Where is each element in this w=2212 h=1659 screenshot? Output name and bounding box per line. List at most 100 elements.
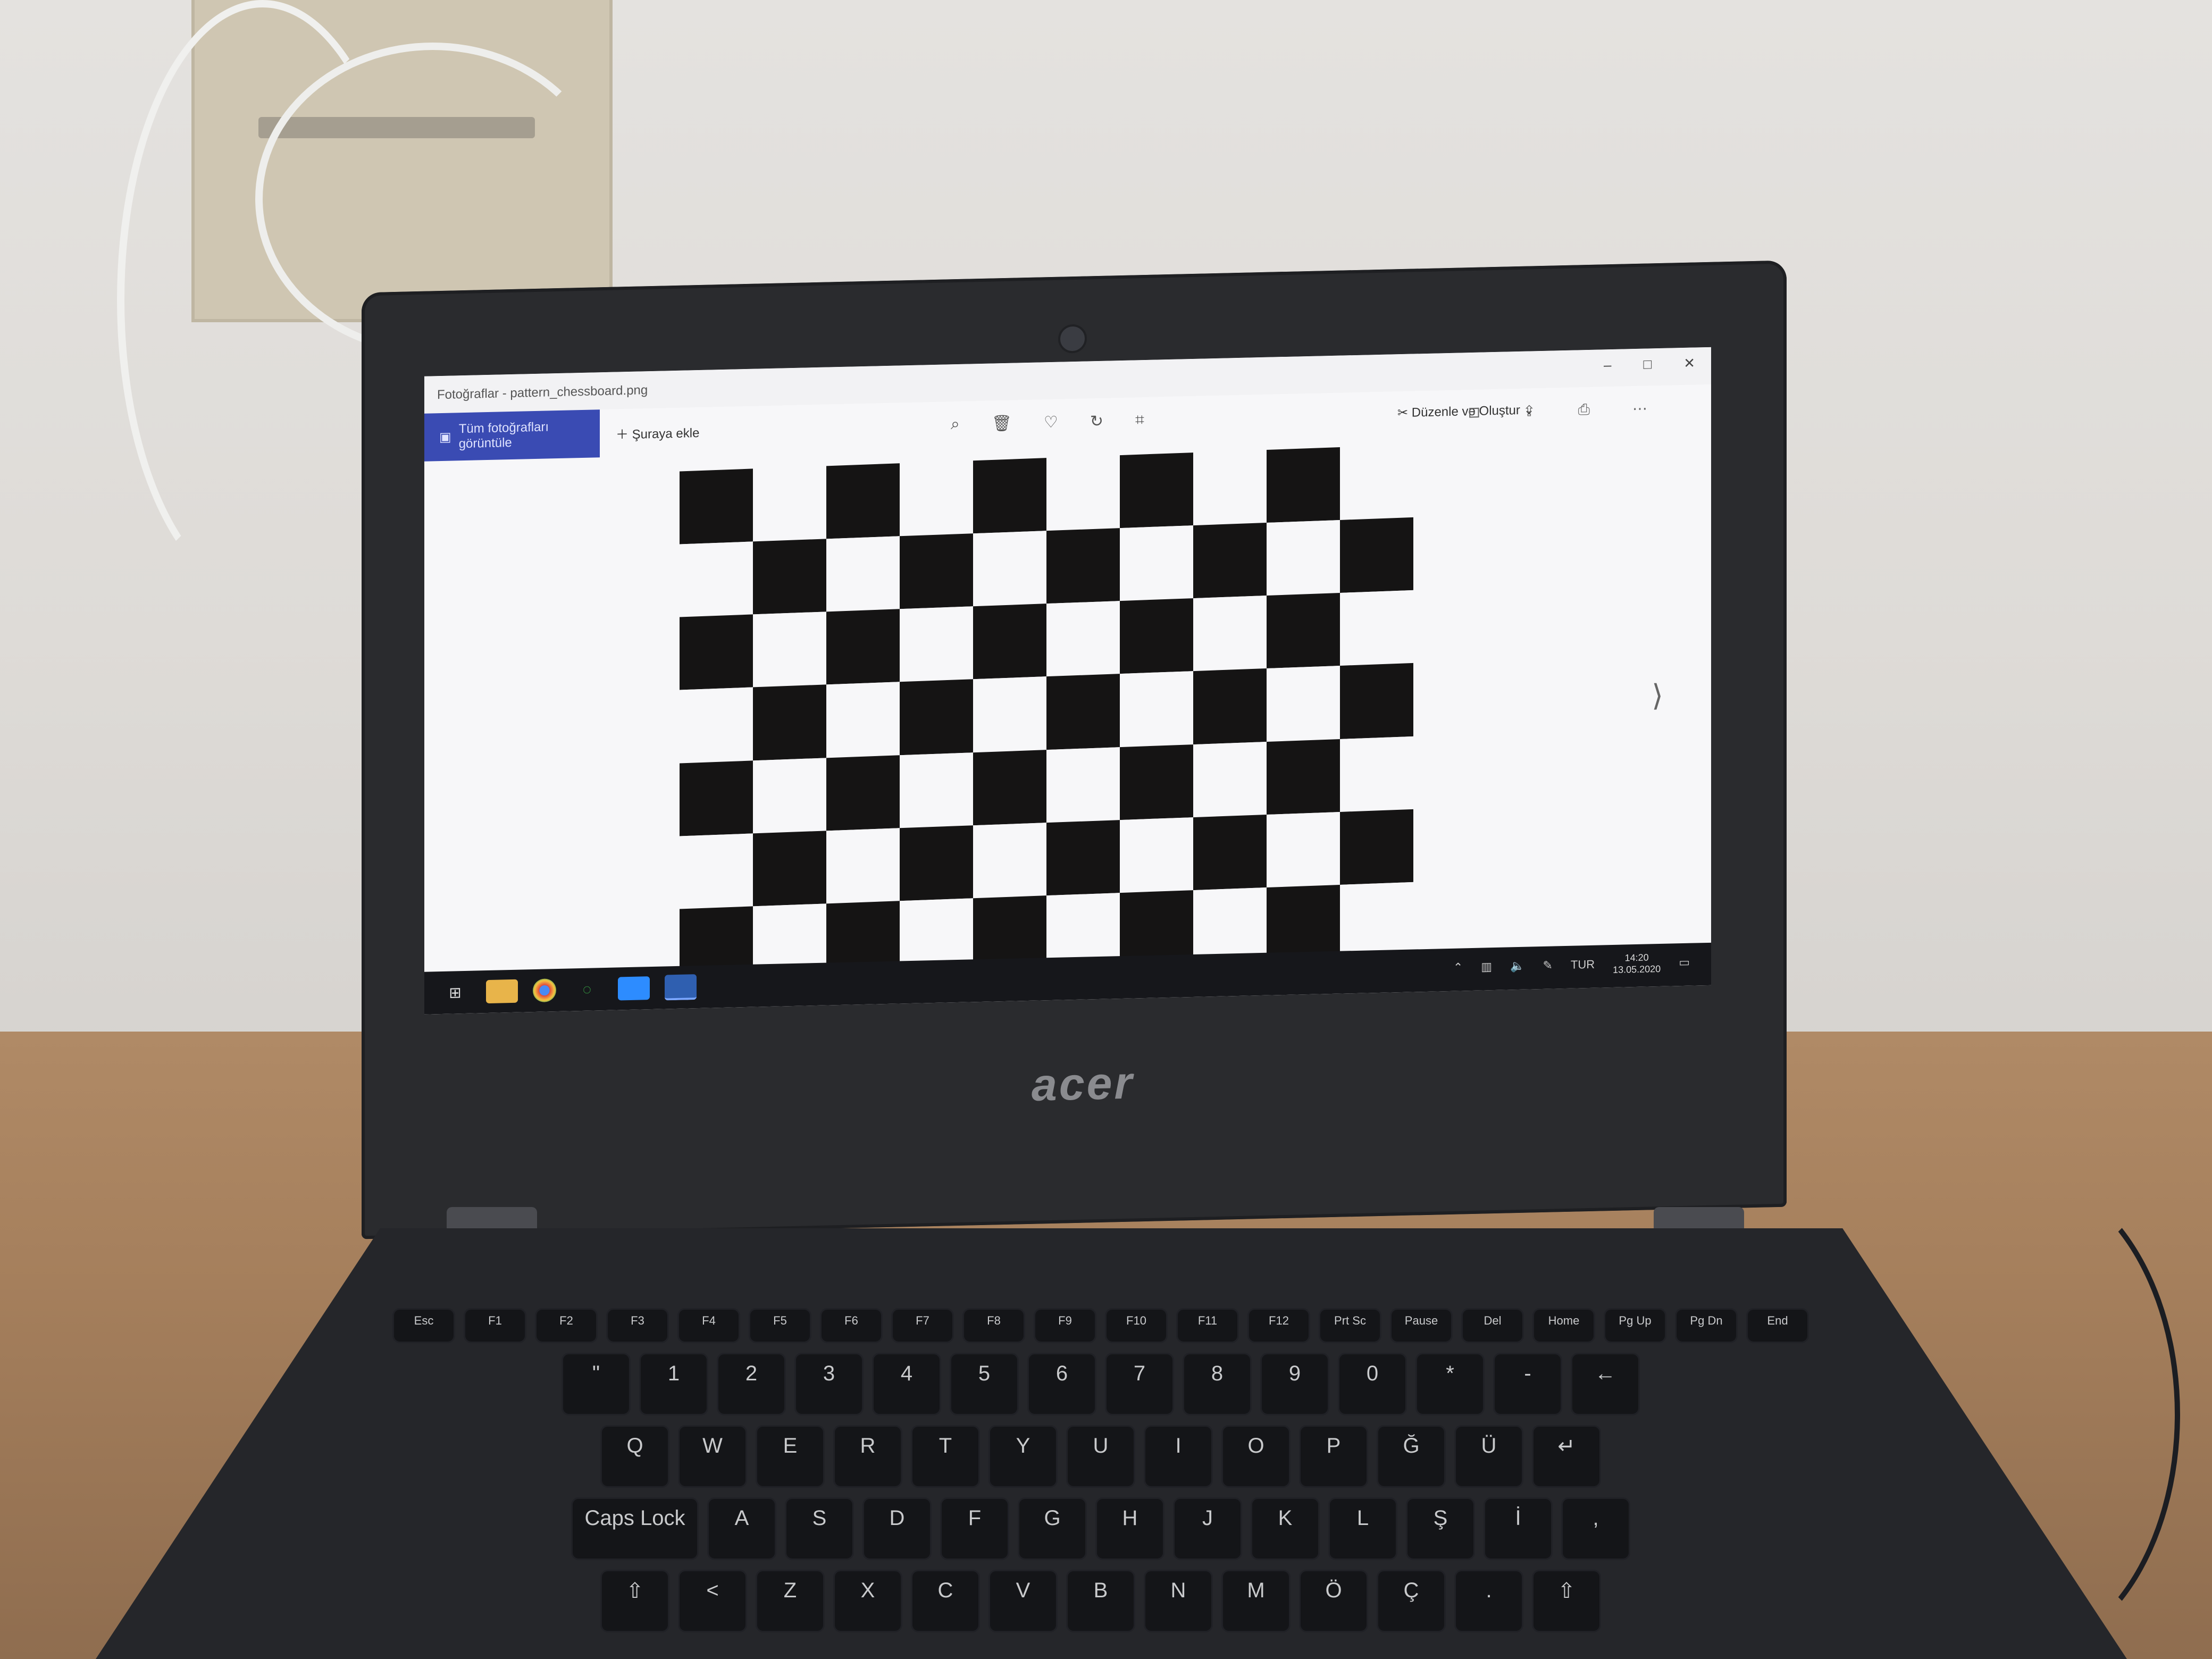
keyboard-key[interactable]: Q <box>600 1425 669 1488</box>
keyboard-key[interactable]: G <box>1018 1497 1087 1560</box>
keyboard-key[interactable]: 1 <box>639 1353 708 1415</box>
keyboard-key[interactable]: Ç <box>1377 1570 1446 1632</box>
delete-icon[interactable]: 🗑 <box>992 414 1012 433</box>
more-icon[interactable]: ⋯ <box>1632 400 1647 418</box>
keyboard-key[interactable]: 8 <box>1183 1353 1252 1415</box>
keyboard-key[interactable]: S <box>785 1497 854 1560</box>
keyboard-key[interactable]: Z <box>756 1570 825 1632</box>
keyboard-key[interactable]: 2 <box>717 1353 786 1415</box>
keyboard-key[interactable]: F5 <box>749 1308 811 1343</box>
spinner-app-icon[interactable]: ◌ <box>571 977 603 1001</box>
keyboard-key[interactable]: . <box>1454 1570 1523 1632</box>
network-icon[interactable]: ▥ <box>1481 960 1492 974</box>
keyboard-key[interactable]: F6 <box>820 1308 883 1343</box>
language-indicator[interactable]: TUR <box>1571 958 1595 972</box>
print-icon[interactable]: ⎙ <box>1578 401 1590 419</box>
keyboard-key[interactable]: F4 <box>677 1308 740 1343</box>
keyboard-key[interactable]: " <box>562 1353 631 1415</box>
keyboard-key[interactable]: ⇧ <box>600 1570 669 1632</box>
crop-icon[interactable]: ⌗ <box>1135 411 1144 430</box>
keyboard-key[interactable]: ↵ <box>1532 1425 1601 1488</box>
chrome-icon[interactable] <box>533 978 556 1003</box>
keyboard-key[interactable]: M <box>1221 1570 1291 1632</box>
keyboard-key[interactable]: * <box>1415 1353 1485 1415</box>
keyboard-key[interactable]: I <box>1144 1425 1213 1488</box>
keyboard-key[interactable]: F <box>940 1497 1009 1560</box>
photos-app-icon[interactable] <box>665 974 697 1001</box>
maximize-button[interactable]: □ <box>1643 356 1652 372</box>
keyboard-key[interactable]: Prt Sc <box>1319 1308 1381 1343</box>
keyboard-key[interactable]: F8 <box>962 1308 1025 1343</box>
keyboard-key[interactable]: Ö <box>1299 1570 1368 1632</box>
zoom-app-icon[interactable] <box>618 976 650 1001</box>
keyboard-key[interactable]: Pause <box>1390 1308 1453 1343</box>
next-image-arrow-icon[interactable]: ⟩ <box>1652 678 1663 713</box>
keyboard-key[interactable]: F2 <box>535 1308 598 1343</box>
keyboard-key[interactable]: 4 <box>872 1353 941 1415</box>
enhance-icon[interactable]: ⊡ <box>1468 404 1480 422</box>
keyboard-key[interactable]: End <box>1746 1308 1809 1343</box>
keyboard-key[interactable]: U <box>1066 1425 1135 1488</box>
keyboard-key[interactable]: İ <box>1484 1497 1553 1560</box>
keyboard-key[interactable]: F10 <box>1105 1308 1168 1343</box>
keyboard-key[interactable]: K <box>1251 1497 1320 1560</box>
keyboard-key[interactable]: E <box>756 1425 825 1488</box>
keyboard-key[interactable]: Esc <box>392 1308 455 1343</box>
keyboard-key[interactable]: F3 <box>606 1308 669 1343</box>
keyboard-key[interactable]: P <box>1299 1425 1368 1488</box>
keyboard-key[interactable]: H <box>1095 1497 1164 1560</box>
keyboard-key[interactable]: < <box>678 1570 747 1632</box>
view-all-photos-button[interactable]: ▣ Tüm fotoğrafları görüntüle <box>424 409 600 462</box>
keyboard-key[interactable]: 5 <box>950 1353 1019 1415</box>
keyboard-key[interactable]: J <box>1173 1497 1242 1560</box>
file-explorer-icon[interactable] <box>486 979 518 1004</box>
keyboard-key[interactable]: A <box>707 1497 776 1560</box>
keyboard-key[interactable]: , <box>1561 1497 1630 1560</box>
minimize-button[interactable]: – <box>1604 357 1611 373</box>
zoom-icon[interactable]: ⌕ <box>951 415 960 434</box>
share-icon[interactable]: ⇪ <box>1523 402 1535 420</box>
keyboard-key[interactable]: F11 <box>1176 1308 1239 1343</box>
keyboard-key[interactable]: ← <box>1571 1353 1640 1415</box>
keyboard-key[interactable]: Pg Dn <box>1675 1308 1738 1343</box>
keyboard-key[interactable]: F12 <box>1247 1308 1310 1343</box>
favorite-icon[interactable]: ♡ <box>1044 413 1058 432</box>
keyboard-key[interactable]: V <box>988 1570 1058 1632</box>
keyboard-key[interactable]: 0 <box>1338 1353 1407 1415</box>
keyboard-key[interactable]: 9 <box>1260 1353 1329 1415</box>
volume-icon[interactable]: 🔈 <box>1510 959 1524 974</box>
keyboard-key[interactable]: D <box>862 1497 932 1560</box>
keyboard-key[interactable]: R <box>833 1425 902 1488</box>
chevron-up-icon[interactable]: ⌃ <box>1453 960 1463 974</box>
keyboard-key[interactable]: Del <box>1461 1308 1524 1343</box>
clock[interactable]: 14:20 13.05.2020 <box>1613 951 1661 976</box>
keyboard-key[interactable]: Ğ <box>1377 1425 1446 1488</box>
keyboard-key[interactable]: 6 <box>1027 1353 1096 1415</box>
keyboard-key[interactable]: L <box>1328 1497 1397 1560</box>
keyboard-key[interactable]: X <box>833 1570 902 1632</box>
close-button[interactable]: ✕ <box>1683 355 1695 371</box>
keyboard-key[interactable]: Caps Lock <box>571 1497 699 1560</box>
keyboard-key[interactable]: B <box>1066 1570 1135 1632</box>
keyboard-key[interactable]: Ü <box>1454 1425 1523 1488</box>
keyboard-key[interactable]: Pg Up <box>1604 1308 1666 1343</box>
keyboard-key[interactable]: Home <box>1532 1308 1595 1343</box>
keyboard-key[interactable]: Y <box>988 1425 1058 1488</box>
keyboard-key[interactable]: 3 <box>794 1353 864 1415</box>
windows-start-icon[interactable]: ⊞ <box>439 981 471 1004</box>
keyboard-key[interactable]: 7 <box>1105 1353 1174 1415</box>
keyboard-key[interactable]: T <box>911 1425 980 1488</box>
keyboard-key[interactable]: ⇧ <box>1532 1570 1601 1632</box>
rotate-icon[interactable]: ↻ <box>1090 412 1103 431</box>
keyboard-key[interactable]: W <box>678 1425 747 1488</box>
keyboard-key[interactable]: F9 <box>1034 1308 1096 1343</box>
notifications-icon[interactable]: ▭ <box>1679 956 1690 969</box>
keyboard-key[interactable]: C <box>911 1570 980 1632</box>
add-to-button[interactable]: ＋ Şuraya ekle <box>616 422 699 443</box>
pen-icon[interactable]: ✎ <box>1543 959 1552 973</box>
keyboard-key[interactable]: O <box>1221 1425 1291 1488</box>
keyboard-key[interactable]: - <box>1493 1353 1562 1415</box>
keyboard-key[interactable]: Ş <box>1406 1497 1475 1560</box>
keyboard-key[interactable]: N <box>1144 1570 1213 1632</box>
keyboard-key[interactable]: F1 <box>464 1308 526 1343</box>
